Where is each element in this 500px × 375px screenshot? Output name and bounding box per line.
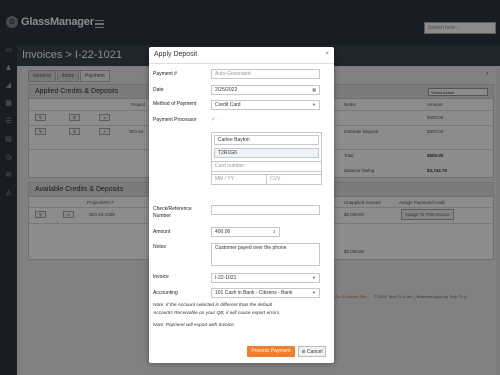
check-reference-label: Check/Reference <box>153 206 192 212</box>
cardholder-name-input[interactable]: Carlee Bayton <box>214 135 319 145</box>
cancel-icon: ⊘ <box>301 349 306 355</box>
card-cvv-input[interactable]: CVV <box>266 174 322 185</box>
processor-checkbox[interactable]: ✓ <box>211 116 216 123</box>
close-icon[interactable]: × <box>325 51 329 57</box>
dialog-title: Apply Deposit <box>154 51 198 58</box>
apply-deposit-dialog: Apply Deposit × Payment # Auto-Generated… <box>149 47 334 363</box>
notes-label: Notes <box>153 244 167 250</box>
processor-label: Payment Processor <box>153 117 197 123</box>
chevron-down-icon: ▼ <box>312 102 316 107</box>
cancel-button[interactable]: ⊘ Cancel <box>298 346 326 357</box>
process-payment-button[interactable]: Process Payment <box>247 346 295 357</box>
amount-input[interactable]: 400.00 ⇕ <box>211 227 280 237</box>
payment-number-label: Payment # <box>153 71 177 77</box>
payment-number-input[interactable]: Auto-Generated <box>211 69 320 79</box>
card-number-input[interactable]: Card number <box>211 161 322 172</box>
chevron-down-icon: ▼ <box>312 275 316 280</box>
accounting-note-cont: Accounts Receivable on your QB, it will … <box>153 311 281 316</box>
chevron-down-icon: ▼ <box>312 290 316 295</box>
notes-textarea[interactable]: Customer payed over the phone <box>211 243 320 266</box>
check-reference-label-cont: Number <box>153 213 171 219</box>
date-label: Date <box>153 87 164 93</box>
invoice-select[interactable]: I-22-1021 ▼ <box>211 273 320 283</box>
invoice-label: Invoice <box>153 274 169 280</box>
amount-label: Amount <box>153 229 171 235</box>
method-select[interactable]: Credit Card ▼ <box>211 100 320 110</box>
card-expiry-input[interactable]: MM / YY <box>211 174 267 185</box>
check-reference-input[interactable] <box>211 205 320 215</box>
export-note: Note: Payment will export with Invoice <box>153 323 234 328</box>
accounting-note: Note: If the Account selected is differe… <box>153 303 273 308</box>
calendar-icon[interactable]: ▦ <box>312 87 316 92</box>
postal-code-input[interactable]: T2R1G6 <box>214 148 319 158</box>
accounting-label: Accounting <box>153 290 178 296</box>
stepper-icon[interactable]: ⇕ <box>273 229 276 234</box>
accounting-select[interactable]: 101 Cash in Bank - Citizens - Bank ▼ <box>211 288 320 298</box>
method-label: Method of Payment <box>153 101 197 107</box>
date-input[interactable]: 2/25/2022 ▦ <box>211 85 320 95</box>
